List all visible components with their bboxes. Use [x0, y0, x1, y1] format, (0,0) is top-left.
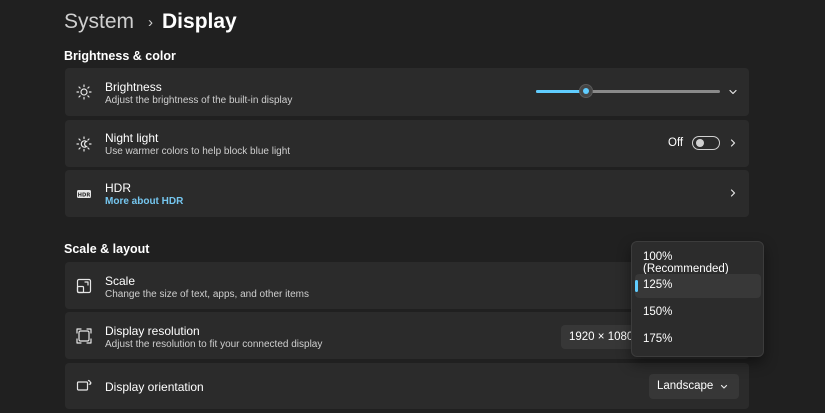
scale-title: Scale	[105, 274, 136, 288]
scale-dropdown: 100% (Recommended) 125% 150% 175%	[631, 241, 764, 357]
selected-indicator	[635, 280, 638, 292]
more-about-hdr-link[interactable]: More about HDR	[105, 196, 183, 207]
chevron-down-icon[interactable]	[728, 87, 738, 97]
night-light-toggle[interactable]	[692, 136, 720, 150]
resolution-select[interactable]: 1920 × 1080	[561, 325, 635, 349]
night-light-toggle-knob	[696, 139, 704, 147]
breadcrumb-separator: ›	[148, 13, 154, 31]
orientation-value: Landscape	[657, 380, 714, 392]
breadcrumb: System › Display	[64, 7, 237, 37]
brightness-icon	[76, 84, 92, 100]
scale-icon	[76, 278, 92, 294]
breadcrumb-system[interactable]: System	[64, 10, 134, 34]
hdr-card[interactable]: HDR HDR More about HDR	[65, 170, 749, 217]
orientation-icon	[76, 378, 92, 394]
resolution-icon	[76, 327, 92, 344]
night-light-state-label: Off	[668, 137, 684, 149]
night-light-description: Use warmer colors to help block blue lig…	[105, 146, 291, 157]
hdr-title: HDR	[105, 181, 131, 195]
night-light-icon	[76, 135, 92, 152]
orientation-select[interactable]: Landscape	[649, 374, 739, 399]
svg-text:HDR: HDR	[78, 192, 91, 198]
scale-option-150[interactable]: 150%	[635, 301, 761, 325]
orientation-card: Display orientation Landscape	[65, 363, 749, 409]
night-light-card[interactable]: Night light Use warmer colors to help bl…	[65, 120, 749, 167]
orientation-title: Display orientation	[105, 380, 204, 394]
brightness-slider[interactable]	[536, 84, 720, 98]
brightness-title: Brightness	[105, 80, 162, 94]
section-title-brightness-color: Brightness & color	[64, 49, 176, 63]
resolution-description: Adjust the resolution to fit your connec…	[105, 339, 323, 350]
resolution-title: Display resolution	[105, 324, 200, 338]
brightness-slider-thumb[interactable]	[578, 84, 593, 98]
scale-option-label: 175%	[643, 333, 673, 345]
chevron-right-icon	[728, 188, 738, 198]
brightness-card: Brightness Adjust the brightness of the …	[65, 68, 749, 116]
scale-option-label: 100% (Recommended)	[643, 251, 729, 275]
scale-option-label: 125%	[643, 279, 673, 291]
scale-option-label: 150%	[643, 306, 673, 318]
brightness-description: Adjust the brightness of the built-in di…	[105, 95, 293, 106]
night-light-title: Night light	[105, 131, 159, 145]
hdr-icon: HDR	[76, 186, 92, 202]
scale-description: Change the size of text, apps, and other…	[105, 289, 310, 300]
section-title-scale-layout: Scale & layout	[64, 242, 150, 256]
chevron-down-icon	[719, 382, 729, 392]
chevron-right-icon	[728, 138, 738, 148]
scale-option-100[interactable]: 100% (Recommended)	[635, 246, 761, 275]
scale-option-175[interactable]: 175%	[635, 328, 761, 352]
page-title: Display	[162, 10, 237, 33]
scale-option-125[interactable]: 125%	[635, 274, 761, 298]
